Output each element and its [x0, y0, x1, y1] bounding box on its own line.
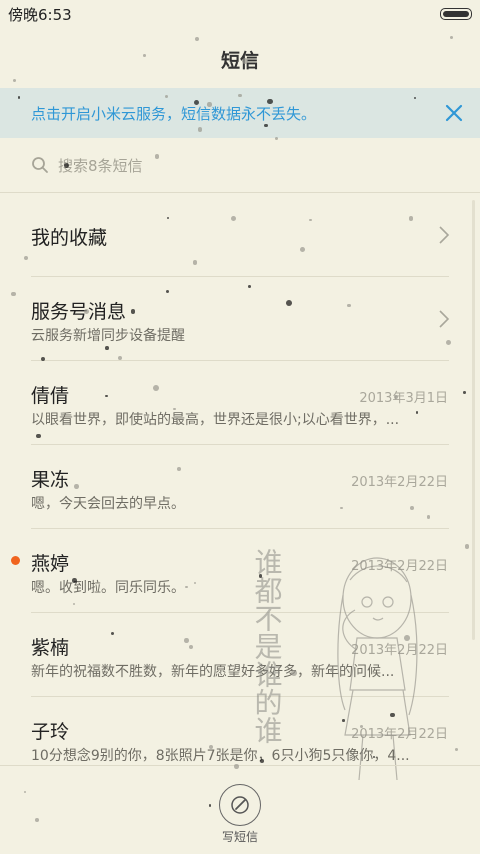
- bottom-bar: 写短信: [0, 765, 480, 854]
- message-date: 2013年3月1日: [359, 391, 448, 406]
- wallpaper-speck: [165, 289, 169, 294]
- wallpaper-speck: [237, 93, 242, 98]
- wallpaper-illustration: 谁都不是谁的谁: [251, 548, 418, 781]
- wallpaper-speck: [208, 744, 213, 749]
- battery-icon: [440, 8, 472, 20]
- page-title: 短信: [220, 50, 259, 72]
- wallpaper-speck: [35, 433, 41, 439]
- wallpaper-speck: [291, 670, 297, 676]
- wallpaper-speck: [194, 36, 199, 41]
- close-icon[interactable]: [442, 101, 466, 125]
- contact-name: 子玲: [31, 721, 70, 743]
- status-bar: 傍晚6:53: [0, 0, 480, 26]
- list-item-conversation[interactable]: 倩倩 2013年3月1日 以眼看世界，即使站的最高，世界还是很小;以心看世界，.…: [0, 361, 480, 445]
- unread-indicator: [11, 556, 20, 565]
- wallpaper-speck: [409, 505, 414, 510]
- wallpaper-speck: [258, 574, 263, 578]
- search-input[interactable]: [58, 154, 438, 178]
- wallpaper-speck: [193, 99, 199, 105]
- wallpaper-speck: [74, 483, 79, 489]
- status-time: 傍晚6:53: [8, 6, 72, 24]
- wallpaper-speck: [340, 506, 343, 510]
- row-subtitle: 云服务新增同步设备提醒: [31, 328, 185, 344]
- wallpaper-speck: [17, 96, 21, 99]
- message-date: 2013年2月22日: [351, 475, 448, 490]
- list-item-favorites[interactable]: 我的收藏: [0, 193, 480, 277]
- wallpaper-speck: [330, 667, 335, 672]
- compose-label[interactable]: 写短信: [0, 828, 480, 845]
- wallpaper-speck: [263, 123, 268, 128]
- list-item-conversation[interactable]: 果冻 2013年2月22日 嗯，今天会回去的早点。: [0, 445, 480, 529]
- wallpaper-speck: [208, 804, 212, 807]
- list-item-service-messages[interactable]: 服务号消息 云服务新增同步设备提醒: [0, 277, 480, 361]
- wallpaper-speck: [309, 218, 312, 222]
- wallpaper-speck: [131, 309, 136, 314]
- contact-name: 燕婷: [31, 553, 70, 575]
- wallpaper-speck: [426, 515, 430, 519]
- search-bar: [0, 140, 480, 193]
- wallpaper-speck: [408, 216, 414, 221]
- title-bar: 短信: [0, 26, 480, 88]
- message-preview: 以眼看世界，即使站的最高，世界还是很小;以心看世界，...: [31, 412, 400, 428]
- wallpaper-speck: [248, 285, 251, 288]
- wallpaper-speck: [72, 578, 78, 583]
- wallpaper-speck: [198, 127, 203, 132]
- row-title: 服务号消息: [31, 301, 127, 323]
- wallpaper-speck: [72, 602, 75, 605]
- contact-name: 紫楠: [31, 637, 70, 659]
- wallpaper-speck: [142, 53, 146, 57]
- wallpaper-speck: [207, 102, 212, 107]
- contact-name: 果冻: [31, 469, 70, 491]
- wallpaper-speck: [394, 395, 398, 399]
- cloud-banner-text[interactable]: 点击开启小米云服务，短信数据永不丢失。: [31, 103, 316, 124]
- wallpaper-speck: [342, 719, 345, 722]
- search-icon: [32, 157, 48, 173]
- contact-name: 倩倩: [31, 385, 70, 407]
- wallpaper-speck: [193, 581, 196, 584]
- wallpaper-speck: [152, 384, 159, 391]
- scrollbar[interactable]: [472, 200, 475, 640]
- wallpaper-speck: [104, 345, 109, 350]
- wallpaper-speck: [117, 355, 122, 360]
- wallpaper-speck: [183, 638, 189, 643]
- wallpaper-speck: [35, 817, 40, 822]
- message-preview: 嗯，今天会回去的早点。: [31, 496, 185, 512]
- chevron-right-icon: [439, 310, 450, 328]
- wallpaper-speck: [164, 94, 168, 98]
- wallpaper-speck: [390, 713, 395, 718]
- compose-icon: [231, 796, 249, 814]
- wallpaper-speck: [234, 764, 240, 769]
- chevron-right-icon: [439, 226, 450, 244]
- compose-button[interactable]: [219, 784, 261, 826]
- wallpaper-speck: [449, 35, 453, 39]
- wallpaper-speck: [463, 390, 466, 394]
- wallpaper-speck: [241, 58, 248, 65]
- wallpaper-handwriting: 谁都不是谁的谁: [251, 548, 284, 744]
- row-title: 我的收藏: [31, 227, 108, 249]
- wallpaper-speck: [11, 292, 16, 297]
- wallpaper-speck: [260, 759, 264, 763]
